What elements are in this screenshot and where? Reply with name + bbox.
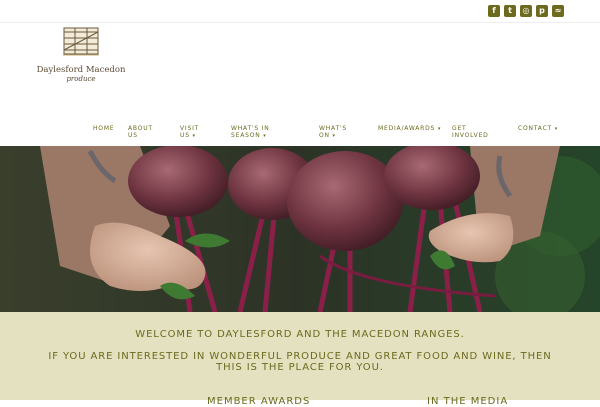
nav-media-awards[interactable]: MEDIA/AWARDS ▾ bbox=[378, 125, 442, 133]
pinterest-icon[interactable]: p bbox=[536, 5, 548, 17]
main-nav: HOME ABOUT US VISIT US ▾ WHAT'S IN SEASO… bbox=[0, 124, 600, 144]
logo-name: Daylesford Macedon bbox=[36, 65, 126, 75]
chevron-down-icon: ▾ bbox=[332, 132, 336, 139]
nav-whats-in-season[interactable]: WHAT'S IN SEASON ▾ bbox=[231, 125, 275, 139]
facebook-icon[interactable]: f bbox=[488, 5, 500, 17]
chevron-down-icon: ▾ bbox=[192, 132, 196, 139]
nav-visit[interactable]: VISIT US ▾ bbox=[180, 125, 206, 139]
nav-about[interactable]: ABOUT US bbox=[128, 125, 154, 139]
top-bar: f t ◎ p ≈ bbox=[0, 0, 600, 23]
welcome-line-3: THIS IS THE PLACE FOR YOU. bbox=[216, 362, 384, 373]
nav-home[interactable]: HOME bbox=[93, 125, 115, 133]
site-logo[interactable]: Daylesford Macedon produce bbox=[35, 24, 127, 84]
nav-home-label: HOME bbox=[93, 125, 115, 132]
welcome-line-2: IF YOU ARE INTERESTED IN WONDERFUL PRODU… bbox=[48, 351, 552, 362]
logo-subtitle: produce bbox=[66, 75, 96, 83]
nav-involved-label: GET INVOLVED bbox=[452, 125, 489, 139]
member-awards-heading: MEMBER AWARDS bbox=[207, 396, 311, 407]
instagram-icon[interactable]: ◎ bbox=[520, 5, 532, 17]
chevron-down-icon: ▾ bbox=[263, 132, 267, 139]
chevron-down-icon: ▾ bbox=[554, 126, 559, 132]
in-the-media-heading: IN THE MEDIA bbox=[427, 396, 509, 407]
twitter-icon[interactable]: t bbox=[504, 5, 516, 17]
nav-contact[interactable]: CONTACT ▾ bbox=[518, 125, 559, 133]
rss-icon[interactable]: ≈ bbox=[552, 5, 564, 17]
beetroot-photo-icon bbox=[0, 146, 600, 312]
nav-whats-on[interactable]: WHAT'S ON ▾ bbox=[319, 125, 349, 139]
social-links: f t ◎ p ≈ bbox=[488, 5, 564, 17]
gate-logo-icon bbox=[63, 27, 99, 56]
welcome-section: WELCOME TO DAYLESFORD AND THE MACEDON RA… bbox=[0, 312, 600, 400]
chevron-down-icon: ▾ bbox=[437, 126, 442, 132]
nav-visit-label: VISIT US bbox=[180, 125, 200, 139]
nav-get-involved[interactable]: GET INVOLVED bbox=[452, 125, 492, 139]
nav-about-label: ABOUT US bbox=[128, 125, 153, 139]
nav-contact-label: CONTACT bbox=[518, 125, 553, 132]
welcome-line-1: WELCOME TO DAYLESFORD AND THE MACEDON RA… bbox=[135, 329, 465, 340]
hero-image bbox=[0, 146, 600, 312]
nav-media-label: MEDIA/AWARDS bbox=[378, 125, 436, 132]
